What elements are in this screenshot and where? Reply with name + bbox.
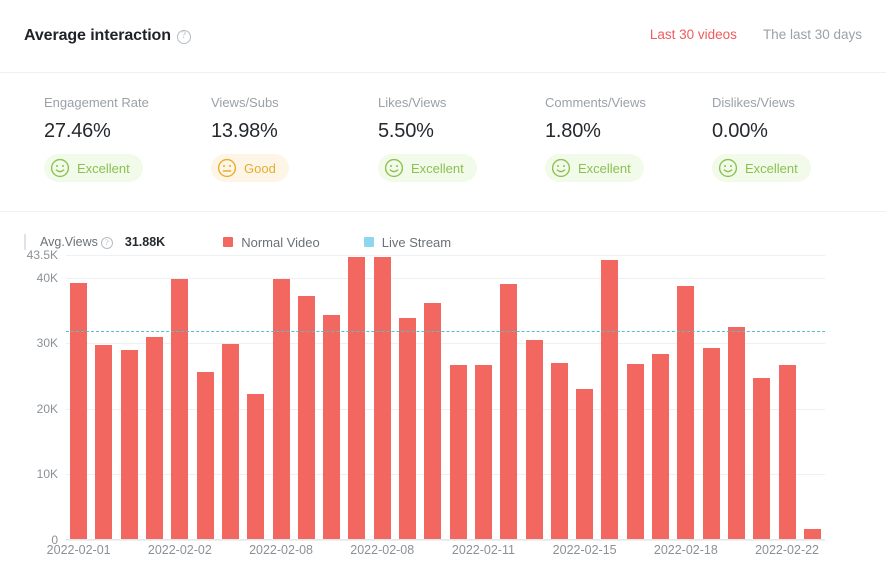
smile-icon [50,158,70,178]
badge-label: Good [244,160,276,176]
metric-value: 5.50% [378,120,434,142]
tab-last-30-videos[interactable]: Last 30 videos [650,27,737,42]
gridline [66,540,825,541]
bar[interactable] [95,345,113,540]
metric-value: 0.00% [712,120,768,142]
metrics-row: Engagement Rate 27.46% Excellent Views/S… [0,73,886,212]
bar[interactable] [70,283,88,540]
x-tick-label: 2022-02-15 [552,543,617,557]
bar[interactable] [323,315,341,540]
metric-label: Engagement Rate [44,95,149,110]
bar[interactable] [221,344,239,540]
tab-last-30-days[interactable]: The last 30 days [763,27,862,42]
chart-legend: Avg.Views ? 31.88K Normal Video Live Str… [0,212,886,256]
bar[interactable] [753,378,771,540]
range-tabs: Last 30 videos The last 30 days [650,27,862,42]
metric-likes-views: Likes/Views 5.50% Excellent [378,95,545,211]
status-badge: Excellent [712,154,811,182]
bar[interactable] [727,327,745,540]
smile-icon [718,158,738,178]
bar[interactable] [550,363,568,540]
bar[interactable] [247,393,265,540]
y-tick-label: 30K [36,336,58,351]
y-tick-label: 20K [36,401,58,416]
bar[interactable] [474,365,492,540]
bar[interactable] [576,388,594,540]
bar[interactable] [500,283,518,540]
y-tick-label: 43.5K [26,248,58,262]
x-tick-label: 2022-02-02 [147,543,212,557]
bar[interactable] [677,285,695,540]
legend-item-normal-video[interactable]: Normal Video [223,235,320,250]
bar[interactable] [196,371,214,540]
bar[interactable] [449,365,467,540]
metric-value: 13.98% [211,120,278,142]
bar[interactable] [373,256,391,540]
metric-value: 27.46% [44,120,111,142]
x-tick-label: 2022-02-08 [249,543,314,557]
x-axis-line [66,539,825,540]
y-tick-label: 40K [36,270,58,285]
bar[interactable] [626,364,644,540]
metric-engagement-rate: Engagement Rate 27.46% Excellent [44,95,211,211]
metric-dislikes-views: Dislikes/Views 0.00% Excellent [712,95,879,211]
bar[interactable] [146,336,164,540]
metric-label: Dislikes/Views [712,95,795,110]
bar[interactable] [348,256,366,540]
bar[interactable] [297,295,315,540]
badge-label: Excellent [411,160,464,176]
bar-chart: 43.5K 40K 30K 20K 10K 0 2022-02-01 2022-02-02 2… [0,248,886,585]
bar[interactable] [171,279,189,540]
bar[interactable] [399,317,417,540]
x-tick-label: 2022-02-22 [755,543,820,557]
y-tick-label: 10K [36,467,58,482]
badge-label: Excellent [745,160,798,176]
bar[interactable] [778,365,796,540]
title-group: Average interaction ? [24,27,191,45]
legend-avg-views: Avg.Views ? 31.88K [40,235,165,249]
x-tick-label: 2022-02-18 [653,543,718,557]
legend-item-live-stream[interactable]: Live Stream [363,234,452,250]
legend-label: Live Stream [381,234,452,250]
legend-avg-value: 31.88K [124,235,166,249]
badge-label: Excellent [578,160,631,176]
bar[interactable] [702,348,720,540]
metric-views-subs: Views/Subs 13.98% Good [211,95,378,211]
metric-comments-views: Comments/Views 1.80% Excellent [545,95,712,211]
metric-label: Views/Subs [211,95,279,110]
neutral-icon [217,158,237,178]
help-icon[interactable]: ? [176,30,191,44]
bar[interactable] [272,278,290,540]
metric-value: 1.80% [545,120,601,142]
x-tick-label: 2022-02-08 [350,543,415,557]
smile-icon [551,158,571,178]
bar[interactable] [120,350,138,540]
gridline [66,255,825,256]
x-tick-label: 2022-02-11 [451,543,515,557]
legend-swatch-normal-video [223,237,234,247]
status-badge: Excellent [378,154,477,182]
x-tick-label: 2022-02-01 [46,543,111,557]
badge-label: Excellent [77,160,130,176]
x-axis-labels: 2022-02-01 2022-02-02 2022-02-08 2022-02-08… [0,543,886,573]
bar[interactable] [652,353,670,540]
average-interaction-panel: Average interaction ? Last 30 videos The… [0,0,886,585]
legend-swatch-live-stream [363,237,374,247]
status-badge: Excellent [44,154,143,182]
avg-help-icon[interactable]: ? [100,236,113,249]
bar[interactable] [601,260,619,540]
metric-label: Likes/Views [378,95,447,110]
page-title: Average interaction [24,27,171,44]
legend-label: Normal Video [241,234,320,250]
plot-area [66,255,825,541]
status-badge: Good [211,154,289,182]
average-views-line [66,331,825,333]
bar[interactable] [424,303,442,540]
status-badge: Excellent [545,154,644,182]
smile-icon [384,158,404,178]
metric-label: Comments/Views [545,95,646,110]
bar[interactable] [525,340,543,540]
legend-avg-label: Avg.Views [40,235,98,249]
panel-header: Average interaction ? Last 30 videos The… [0,0,886,73]
